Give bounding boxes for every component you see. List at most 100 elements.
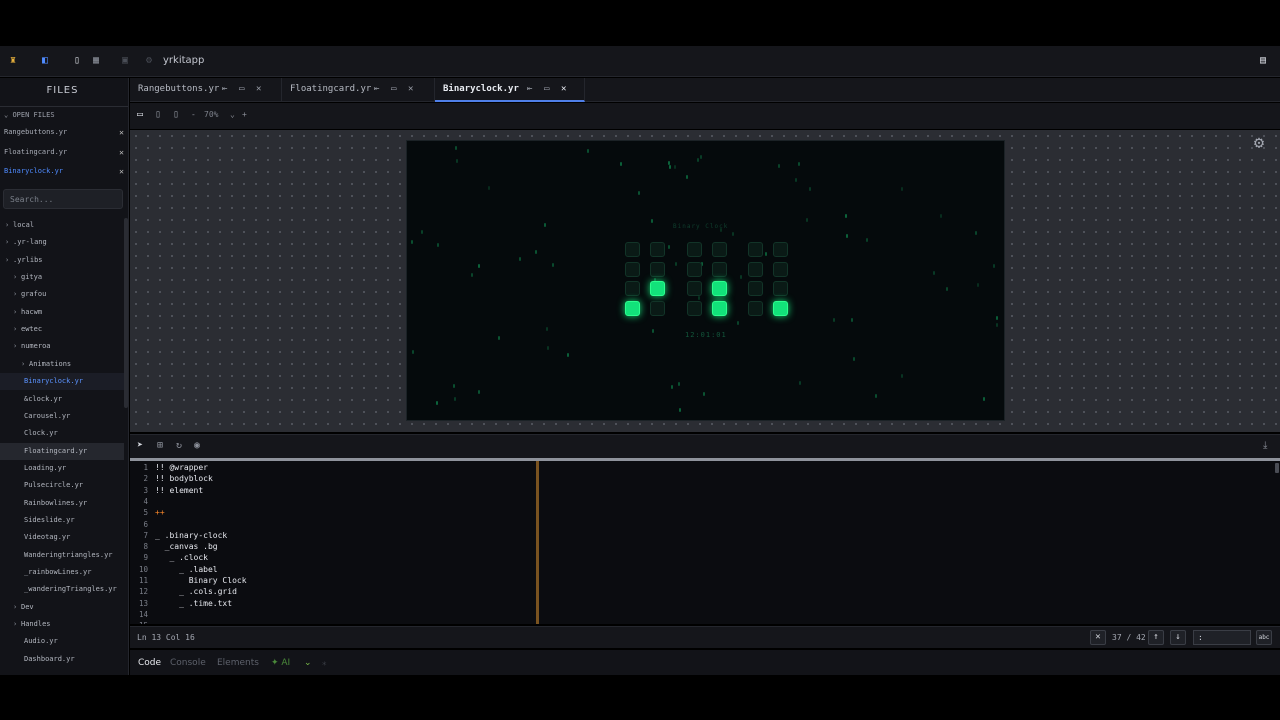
close-icon[interactable]: ✕: [561, 78, 566, 101]
tree-file[interactable]: _rainbowLines.yr: [0, 564, 124, 581]
chat-icon[interactable]: ▤: [1257, 55, 1269, 67]
tree-file[interactable]: Rainbowlines.yr: [0, 495, 124, 512]
tree-file[interactable]: Floatingcard.yr: [0, 442, 124, 460]
record-icon[interactable]: ◉: [194, 440, 200, 451]
editor-scrollbar[interactable]: [1275, 463, 1279, 473]
tree-file[interactable]: Videotag.yr: [0, 529, 124, 546]
tab-elements[interactable]: Elements: [217, 658, 259, 668]
tree-folder[interactable]: › .yrlibs: [0, 252, 124, 269]
find-previous-button[interactable]: ↑: [1148, 630, 1164, 645]
rain-drop: [740, 275, 742, 279]
zoom-in-icon[interactable]: +: [242, 110, 247, 119]
tree-folder[interactable]: › numeroa: [0, 338, 124, 355]
find-next-button[interactable]: ↓: [1170, 630, 1186, 645]
editor-tab[interactable]: Binaryclock.yr ⇤ ▭ ✕: [435, 78, 585, 102]
tree-folder[interactable]: › Dev: [0, 599, 124, 616]
code-line: ++: [155, 508, 165, 518]
folder-icon[interactable]: ▭: [239, 78, 244, 101]
rain-drop: [845, 214, 847, 218]
close-find-button[interactable]: ✕: [1090, 630, 1106, 645]
tree-file[interactable]: Audio.yr: [0, 633, 124, 650]
split-icon[interactable]: ⇤: [374, 78, 379, 101]
find-input[interactable]: [1193, 630, 1251, 645]
chevron-right-icon: ›: [13, 620, 18, 629]
tree-folder[interactable]: › local: [0, 217, 124, 234]
code-line: _ .time.txt: [155, 598, 233, 608]
chevron-down-icon[interactable]: ⌄: [230, 110, 235, 119]
tree-file[interactable]: Binaryclock.yr: [0, 373, 124, 391]
tab-code[interactable]: Code: [138, 658, 161, 668]
tree-folder[interactable]: › .yr-lang: [0, 234, 124, 251]
tree-folder[interactable]: › hacwm: [0, 304, 124, 321]
tree-folder[interactable]: › gitya: [0, 269, 124, 286]
rain-drop: [678, 382, 680, 386]
close-icon[interactable]: ✕: [119, 162, 124, 181]
folder-icon[interactable]: ▭: [544, 78, 549, 101]
sidebar-scrollbar[interactable]: [124, 218, 128, 408]
rain-drop: [436, 401, 438, 405]
close-icon[interactable]: ✕: [119, 123, 124, 142]
close-icon[interactable]: ✕: [408, 78, 413, 101]
tab-console[interactable]: Console: [170, 658, 206, 668]
zoom-out-icon[interactable]: -: [191, 110, 196, 119]
code-editor[interactable]: 1 !! @wrapper 2 !! bodyblock 3 !! element 4 5 ++…: [130, 461, 1280, 624]
open-file-item[interactable]: Binaryclock.yr ✕: [0, 162, 128, 181]
led-off: [748, 281, 763, 297]
tree-item-label: Clock.yr: [24, 429, 58, 438]
close-icon[interactable]: ✕: [119, 143, 124, 162]
tree-file[interactable]: &clock.yr: [0, 391, 124, 408]
sidebar-toggle-icon[interactable]: ◧: [39, 55, 51, 67]
download-icon[interactable]: ⤓: [1263, 440, 1267, 451]
rain-drop: [697, 158, 699, 162]
tree-item-label: ewtec: [21, 325, 43, 334]
desktop-view-icon[interactable]: ▭: [137, 109, 143, 120]
rain-drop: [411, 240, 413, 244]
preview-canvas[interactable]: ⚙ Binary Clock 12:01:01: [130, 130, 1280, 432]
open-file-item[interactable]: Rangebuttons.yr ✕: [0, 123, 128, 142]
mobile-view-icon[interactable]: ▯: [173, 109, 179, 120]
close-icon[interactable]: ✕: [256, 78, 261, 101]
editor-tab[interactable]: Floatingcard.yr ⇤ ▭ ✕: [282, 78, 435, 102]
search-input[interactable]: [3, 189, 123, 209]
grid-icon[interactable]: ▦: [90, 55, 102, 67]
gear-icon[interactable]: ⚙: [1250, 134, 1268, 152]
sidebar-divider: [0, 106, 128, 107]
sparkle-icon[interactable]: ⁎: [322, 658, 327, 668]
tree-file[interactable]: Clock.yr: [0, 425, 124, 442]
grid-icon[interactable]: ⊞: [157, 440, 163, 451]
refresh-icon[interactable]: ↻: [176, 440, 182, 451]
zoom-level[interactable]: 70%: [204, 110, 218, 119]
rain-drop: [478, 390, 480, 394]
tablet-view-icon[interactable]: ▯: [155, 109, 161, 120]
split-icon[interactable]: ⇤: [222, 78, 227, 101]
open-file-item[interactable]: Floatingcard.yr ✕: [0, 143, 128, 162]
tab-ai[interactable]: ✦ AI: [271, 658, 290, 668]
regex-toggle-button[interactable]: abc: [1256, 630, 1272, 645]
tree-item-label: grafou: [21, 290, 47, 299]
tree-file[interactable]: Loading.yr: [0, 460, 124, 477]
pointer-icon[interactable]: ➤: [137, 440, 143, 451]
tree-folder[interactable]: › Handles: [0, 616, 124, 633]
tree-folder[interactable]: › ewtec: [0, 321, 124, 338]
line-number: 5: [143, 508, 148, 518]
code-line: !! @wrapper: [155, 463, 208, 472]
settings-small-icon[interactable]: ⚙: [143, 55, 155, 67]
tree-folder[interactable]: › Animations: [0, 356, 124, 373]
tree-folder[interactable]: › grafou: [0, 286, 124, 303]
tree-file[interactable]: Sideslide.yr: [0, 512, 124, 529]
tree-item-label: Rainbowlines.yr: [24, 498, 88, 507]
editor-tab[interactable]: Rangebuttons.yr ⇤ ▭ ✕: [130, 78, 282, 102]
layout-icon[interactable]: ▣: [119, 55, 131, 67]
tree-file[interactable]: _wanderingTriangles.yr: [0, 581, 124, 598]
chevron-down-icon[interactable]: ⌄: [304, 658, 312, 668]
mobile-icon[interactable]: ▯: [71, 55, 83, 67]
open-file-label: Binaryclock.yr: [4, 167, 64, 175]
tree-file[interactable]: Carousel.yr: [0, 408, 124, 425]
folder-icon[interactable]: ▭: [391, 78, 396, 101]
tree-file[interactable]: Pulsecircle.yr: [0, 477, 124, 494]
tree-file[interactable]: Wanderingtriangles.yr: [0, 547, 124, 564]
tree-file[interactable]: Dashboard.yr: [0, 651, 124, 668]
app-logo-icon[interactable]: ♜: [7, 55, 19, 67]
split-icon[interactable]: ⇤: [527, 78, 532, 101]
rain-drop: [679, 408, 681, 412]
